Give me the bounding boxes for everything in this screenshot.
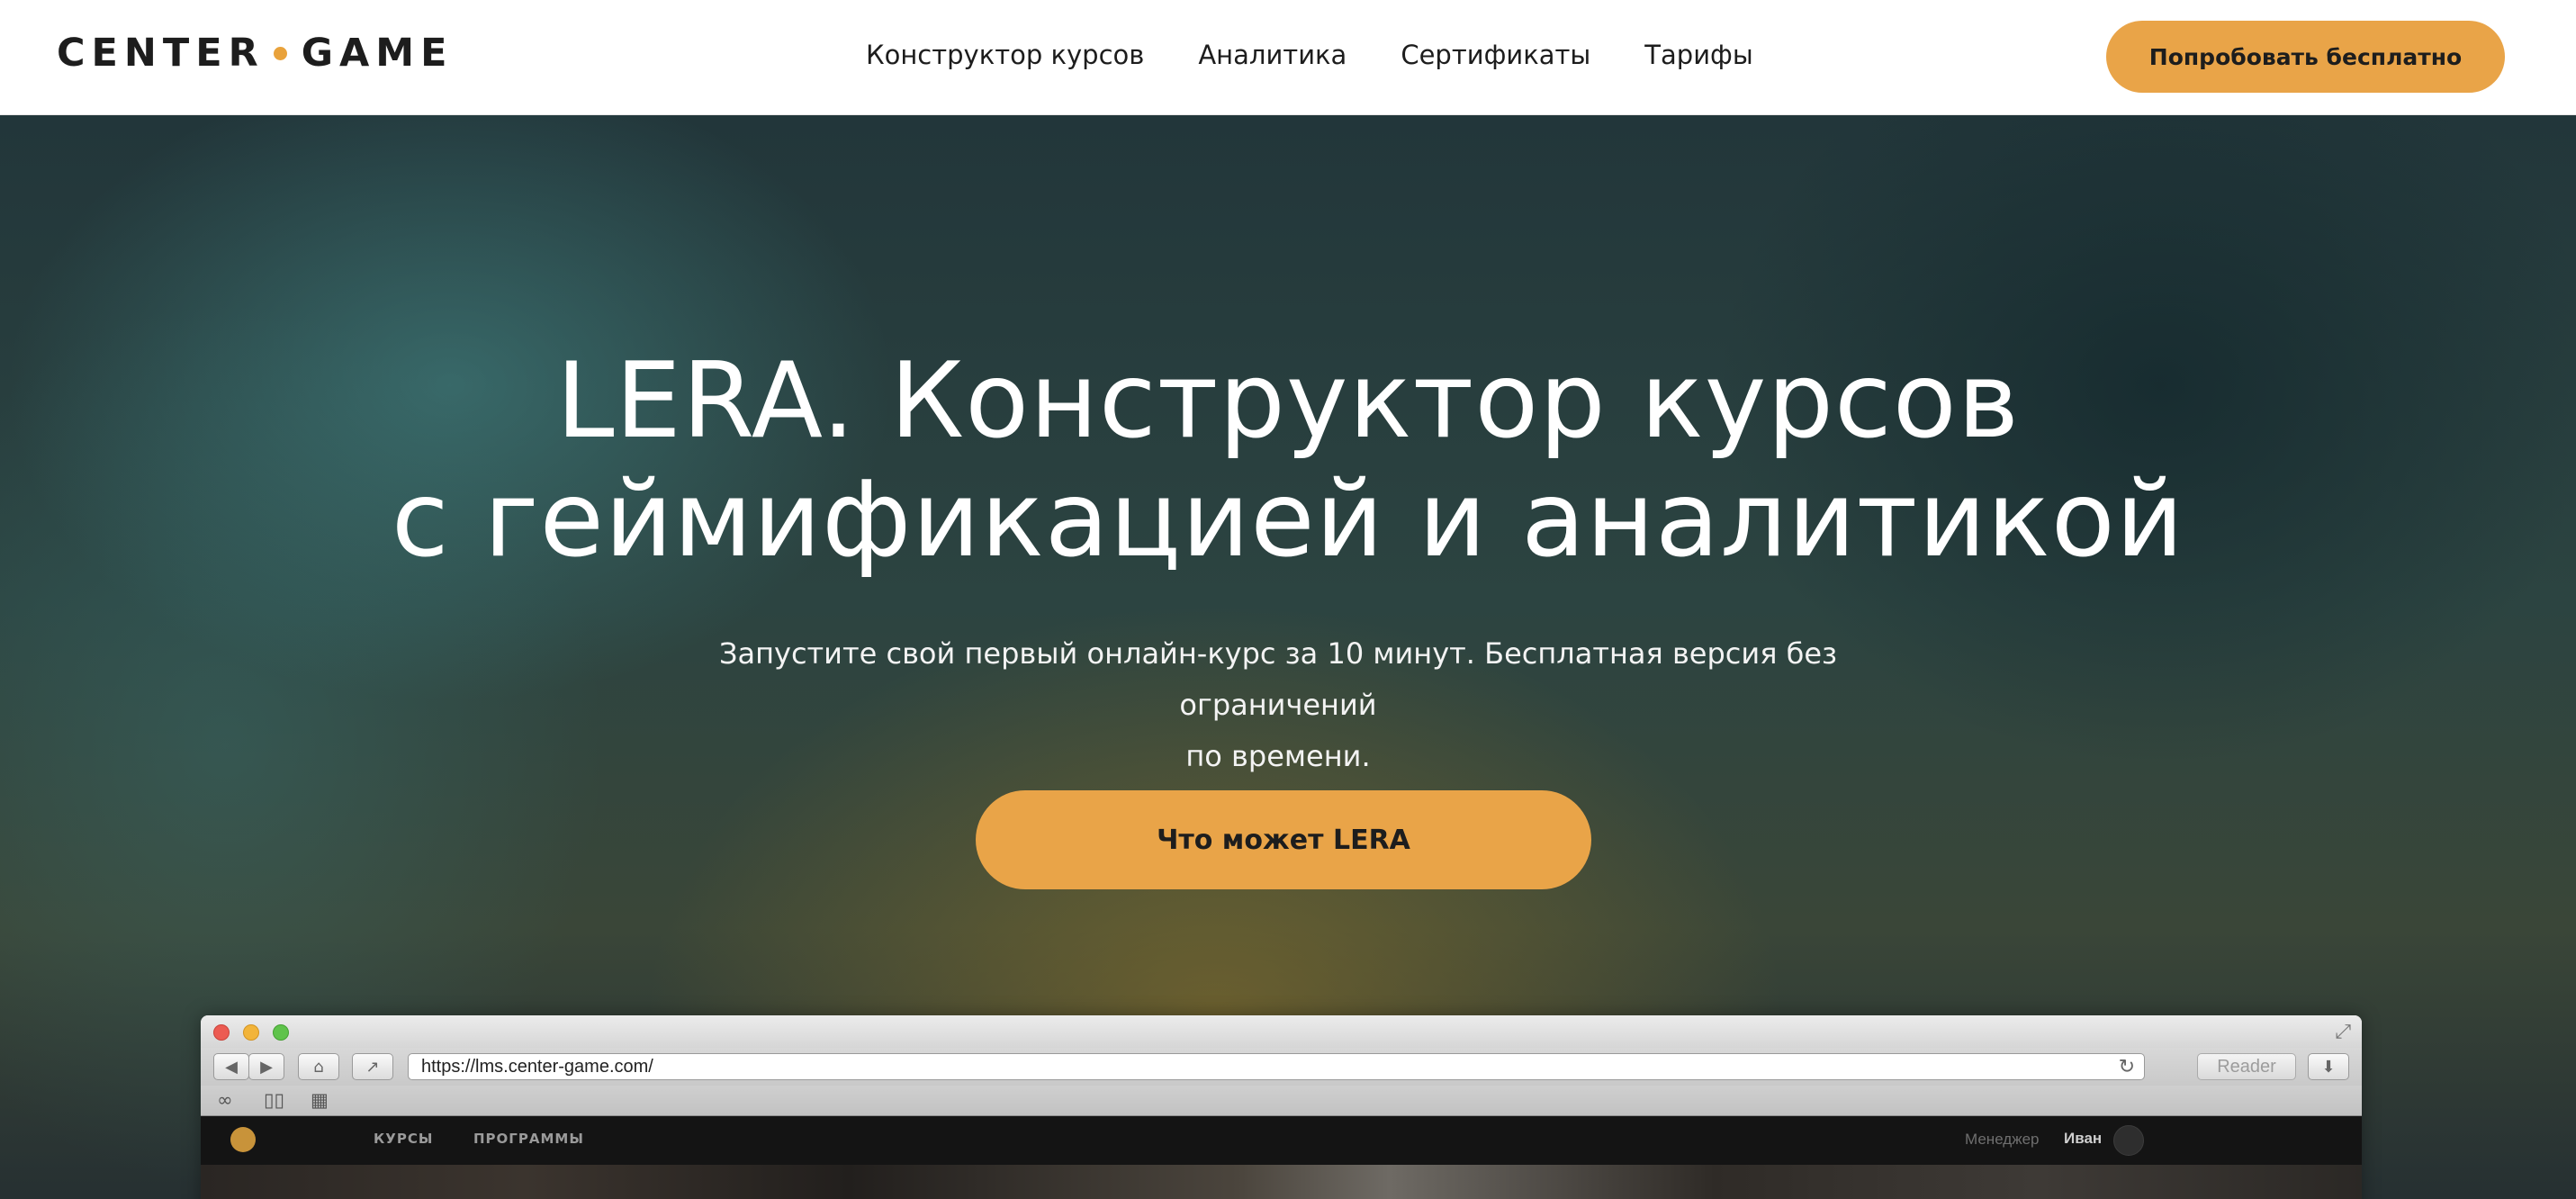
- zoom-window-icon: [273, 1024, 289, 1041]
- what-lera-can-button[interactable]: Что может LERA: [976, 790, 1591, 889]
- nav-link-pricing[interactable]: Тарифы: [1644, 40, 1752, 70]
- back-icon: ◀: [213, 1053, 249, 1080]
- download-icon: ⬇: [2308, 1053, 2349, 1080]
- lms-logo: [230, 1127, 256, 1152]
- logo-text-left: CENTER: [57, 31, 265, 76]
- logo-dot: [273, 46, 287, 60]
- bookmarks-icon: ▯▯: [264, 1089, 285, 1111]
- lms-content-preview: [201, 1165, 2362, 1199]
- reload-icon: ↻: [2118, 1056, 2135, 1078]
- main-nav: Конструктор курсов Аналитика Сертификаты…: [866, 40, 1807, 70]
- hero-title-line-1: LERA. Конструктор курсов: [555, 340, 2021, 462]
- minimize-window-icon: [243, 1024, 259, 1041]
- nav-link-certificates[interactable]: Сертификаты: [1401, 40, 1590, 70]
- lms-username: Иван: [2064, 1130, 2103, 1147]
- share-icon: ↗: [352, 1053, 393, 1080]
- logo[interactable]: CENTER GAME: [57, 31, 453, 76]
- reader-button: Reader: [2197, 1053, 2296, 1080]
- nav-link-course-builder[interactable]: Конструктор курсов: [866, 40, 1144, 70]
- user-avatar-icon: [2113, 1125, 2144, 1156]
- browser-titlebar: ⤢: [201, 1015, 2362, 1048]
- site-header: CENTER GAME Конструктор курсов Аналитика…: [0, 0, 2576, 115]
- close-window-icon: [213, 1024, 230, 1041]
- try-free-button[interactable]: Попробовать бесплатно: [2106, 21, 2505, 93]
- lms-role: Менеджер: [1965, 1131, 2040, 1148]
- hero-subtitle-line-2: по времени.: [1185, 739, 1371, 773]
- hero-subtitle: Запустите свой первый онлайн-курс за 10 …: [648, 628, 1908, 782]
- forward-icon: ▶: [248, 1053, 284, 1080]
- expand-icon: ⤢: [2335, 1021, 2351, 1043]
- address-url: https://lms.center-game.com/: [421, 1056, 653, 1077]
- home-icon: ⌂: [298, 1053, 339, 1080]
- lms-nav-courses: КУРСЫ: [374, 1131, 434, 1147]
- browser-toolbar: ◀ ▶ ⌂ ↗ https://lms.center-game.com/ ↻ R…: [201, 1048, 2362, 1086]
- reading-list-icon: ∞: [217, 1089, 233, 1111]
- hero-title-line-2: с геймификацией и аналитикой: [391, 459, 2185, 581]
- lms-nav-programs: ПРОГРАММЫ: [473, 1131, 584, 1147]
- hero-title: LERA. Конструктор курсов с геймификацией…: [0, 342, 2576, 580]
- hero-subtitle-line-1: Запустите свой первый онлайн-курс за 10 …: [718, 636, 1838, 722]
- browser-mockup: ⤢ ◀ ▶ ⌂ ↗ https://lms.center-game.com/ ↻…: [201, 1015, 2362, 1199]
- lms-navbar: КУРСЫ ПРОГРАММЫ Менеджер Иван: [201, 1116, 2362, 1165]
- logo-text-right: GAME: [301, 31, 454, 76]
- address-bar: https://lms.center-game.com/ ↻: [408, 1053, 2145, 1080]
- bookmarks-bar: ∞ ▯▯ ▦: [201, 1086, 2362, 1116]
- top-sites-icon: ▦: [311, 1089, 329, 1111]
- nav-link-analytics[interactable]: Аналитика: [1198, 40, 1347, 70]
